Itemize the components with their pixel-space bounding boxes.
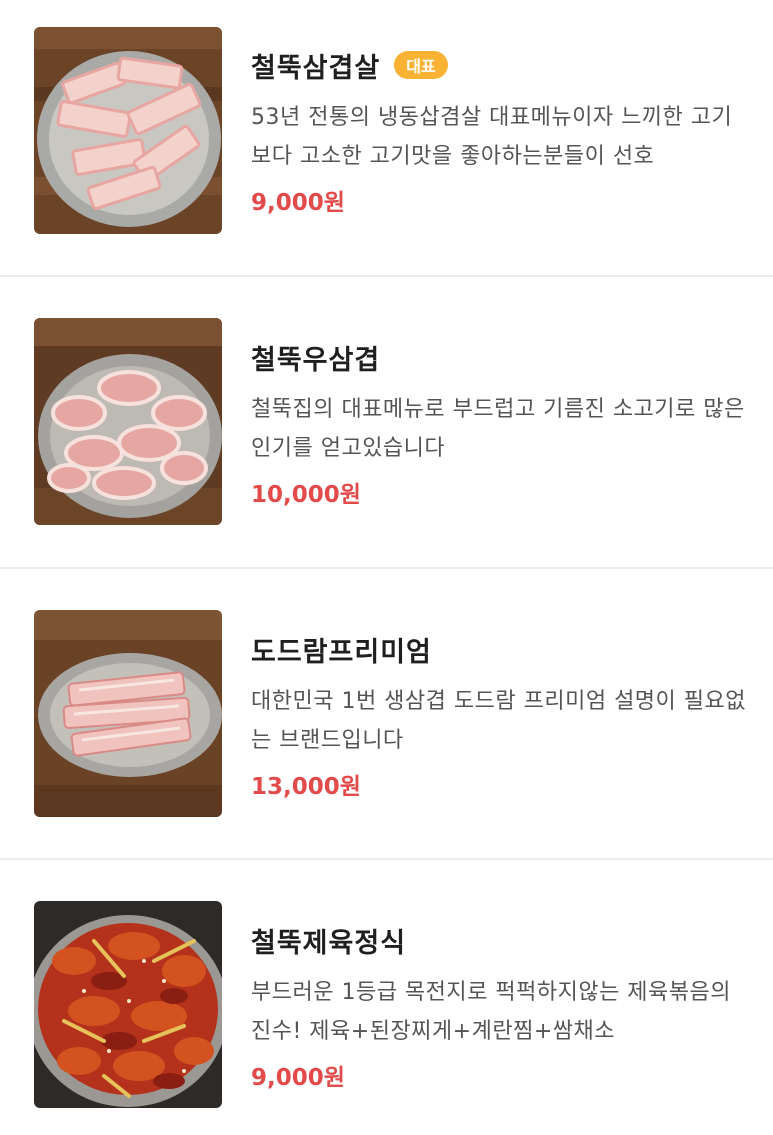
- menu-item-description: 대한민국 1번 생삼겹 도드람 프리미엄 설명이 필요없는 브랜드입니다: [251, 689, 746, 753]
- beef-brisket-rolls-image: [34, 318, 222, 525]
- menu-item-name: 철뚝우삼겹: [251, 344, 381, 376]
- menu-item-description: 부드러운 1등급 목전지로 퍽퍽하지않는 제육볶음의진수! 제육+된장찌게+계란…: [251, 980, 732, 1044]
- menu-item-description: 철뚝집의 대표메뉴로 부드럽고 기름진 소고기로 많은 인기를 얻고있습니다: [251, 397, 745, 461]
- menu-item-photo: [34, 901, 222, 1108]
- menu-item-photo: [34, 318, 222, 525]
- menu-item-price: 9,000원: [251, 1065, 345, 1091]
- menu-item-photo: [34, 610, 222, 817]
- menu-item[interactable]: 철뚝삼겹살 대표 53년 전통의 냉동삽겸살 대표메뉴이자 느끼한 고기보다 고…: [0, 0, 773, 276]
- frozen-pork-belly-image: [34, 27, 222, 234]
- menu-item[interactable]: 도드람프리미엄 대한민국 1번 생삼겹 도드람 프리미엄 설명이 필요없는 브랜…: [0, 569, 773, 858]
- spicy-pork-stirfry-image: [34, 901, 222, 1108]
- menu-item-price: 13,000원: [251, 774, 361, 800]
- menu-item-name: 철뚝제육정식: [251, 927, 407, 959]
- menu-list: 철뚝삼겹살 대표 53년 전통의 냉동삽겸살 대표메뉴이자 느끼한 고기보다 고…: [0, 0, 773, 1135]
- menu-item-name: 도드람프리미엄: [251, 636, 432, 668]
- signature-badge: 대표: [394, 51, 448, 79]
- menu-item-price: 10,000원: [251, 482, 361, 508]
- menu-item[interactable]: 철뚝우삼겹 철뚝집의 대표메뉴로 부드럽고 기름진 소고기로 많은 인기를 얻고…: [0, 277, 773, 567]
- menu-item-price: 9,000원: [251, 190, 345, 216]
- menu-item-description: 53년 전통의 냉동삽겸살 대표메뉴이자 느끼한 고기보다 고소한 고기맛을 좋…: [251, 105, 733, 169]
- fresh-pork-belly-image: [34, 610, 222, 817]
- menu-item-name: 철뚝삼겹살: [251, 52, 381, 84]
- menu-item-photo: [34, 27, 222, 234]
- menu-item[interactable]: 철뚝제육정식 부드러운 1등급 목전지로 퍽퍽하지않는 제육볶음의진수! 제육+…: [0, 860, 773, 1135]
